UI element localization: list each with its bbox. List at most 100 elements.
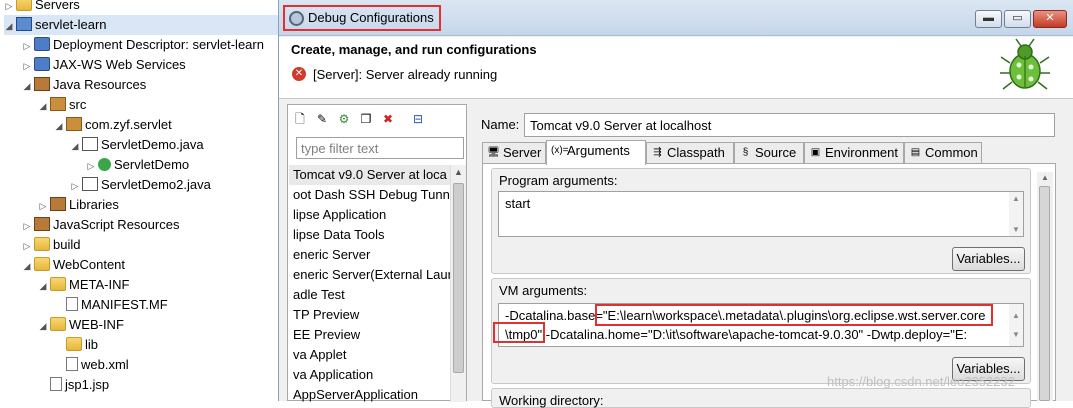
editor-scrollbar[interactable]: ▲ — [1037, 172, 1053, 401]
source-icon: § — [742, 147, 749, 158]
tab-label: Arguments — [567, 143, 630, 158]
debug-configurations-dialog: Debug Configurations ▬ ▭ ✕ Create, manag… — [278, 0, 1073, 408]
tree-item-src[interactable]: ◢ src — [38, 95, 86, 115]
tab-source[interactable]: § Source — [734, 142, 804, 164]
tree-item-package[interactable]: ◢ com.zyf.servlet — [54, 115, 172, 135]
tree-item-java-resources[interactable]: ◢ Java Resources — [22, 75, 146, 95]
config-item[interactable]: AppServerApplication — [289, 385, 451, 402]
maximize-button[interactable]: ▭ — [1004, 10, 1031, 28]
scrollbar-thumb[interactable] — [453, 183, 464, 373]
tree-item-web-inf[interactable]: ◢ WEB-INF — [38, 315, 124, 335]
error-icon: ✕ — [292, 67, 306, 81]
scroll-up-icon[interactable]: ▲ — [454, 167, 463, 177]
tab-environment[interactable]: ▣ Environment — [804, 142, 904, 164]
close-button[interactable]: ✕ — [1033, 10, 1067, 28]
collapse-arrow-icon[interactable]: ◢ — [38, 316, 48, 336]
tree-item-servletdemo-java[interactable]: ◢ ServletDemo.java — [70, 135, 204, 155]
config-item[interactable]: eneric Server(External Laun — [289, 265, 451, 285]
collapse-arrow-icon[interactable]: ◢ — [22, 256, 32, 276]
program-args-scrollbar[interactable]: ▲ ▼ — [1009, 192, 1023, 236]
tree-item-meta-inf[interactable]: ◢ META-INF — [38, 275, 129, 295]
tree-item-libraries[interactable]: ▷ Libraries — [38, 195, 119, 215]
java-resources-icon — [34, 77, 50, 91]
vm-arguments-group: VM arguments: -Dcatalina.base="E:\learn\… — [491, 278, 1031, 384]
tree-item-manifest[interactable]: MANIFEST.MF — [66, 295, 168, 315]
tree-item-label: ServletDemo.java — [101, 137, 204, 152]
tree-item-servletdemo2-java[interactable]: ▷ ServletDemo2.java — [70, 175, 211, 195]
collapse-arrow-icon[interactable]: ◢ — [70, 136, 80, 156]
expand-arrow-icon[interactable]: ▷ — [70, 176, 80, 196]
filter-input[interactable] — [296, 137, 464, 159]
export-icon[interactable]: ⚙ — [336, 110, 352, 126]
config-item[interactable]: lipse Application — [289, 205, 451, 225]
duplicate-icon[interactable]: ❐ — [358, 110, 374, 126]
tab-server[interactable]: 🖥 Server — [482, 142, 546, 164]
config-item[interactable]: va Applet — [289, 345, 451, 365]
expand-arrow-icon[interactable]: ▷ — [22, 236, 32, 256]
package-icon — [66, 117, 82, 131]
xml-file-icon — [66, 357, 78, 371]
expand-arrow-icon[interactable]: ▷ — [22, 216, 32, 236]
folder-icon — [50, 317, 66, 331]
collapse-arrow-icon[interactable]: ◢ — [54, 116, 64, 136]
tree-item-label: servlet-learn — [35, 17, 107, 32]
name-input[interactable] — [524, 113, 1055, 137]
tree-item-jsp1[interactable]: jsp1.jsp — [50, 375, 109, 395]
config-item[interactable]: oot Dash SSH Debug Tunne — [289, 185, 451, 205]
title-bar[interactable]: Debug Configurations ▬ ▭ ✕ — [279, 0, 1073, 36]
folder-icon — [16, 0, 32, 11]
web-descriptor-icon — [34, 37, 50, 51]
tree-item-build[interactable]: ▷ build — [22, 235, 80, 255]
config-item[interactable]: va Application — [289, 365, 451, 385]
expand-arrow-icon[interactable]: ▷ — [38, 196, 48, 216]
program-variables-button[interactable]: Variables... — [952, 247, 1025, 271]
collapse-arrow-icon[interactable]: ◢ — [38, 276, 48, 296]
expand-arrow-icon[interactable]: ▷ — [22, 56, 32, 76]
tree-item-label: Libraries — [69, 197, 119, 212]
tree-item-lib[interactable]: lib — [66, 335, 98, 355]
path-highlight-box — [493, 322, 545, 343]
new-config-icon[interactable]: 🗋 — [292, 110, 308, 126]
program-arguments-field[interactable]: start ▲ ▼ — [498, 191, 1024, 237]
tab-arguments[interactable]: (x)= Arguments — [546, 140, 646, 165]
tree-item-servletdemo-class[interactable]: ▷ ServletDemo — [86, 155, 190, 176]
tree-item-servers[interactable]: ▷ Servers — [4, 0, 80, 15]
collapse-arrow-icon[interactable]: ◢ — [38, 96, 48, 116]
tree-item-jaxws[interactable]: ▷ JAX-WS Web Services — [22, 55, 186, 75]
working-directory-group: Working directory: — [491, 388, 1031, 408]
tree-item-project[interactable]: ◢ servlet-learn — [4, 15, 278, 35]
tree-item-webcontent[interactable]: ◢ WebContent — [22, 255, 125, 275]
collapse-arrow-icon[interactable]: ◢ — [4, 16, 14, 36]
config-item[interactable]: eneric Server — [289, 245, 451, 265]
delete-icon[interactable]: ✖ — [380, 110, 396, 126]
source-folder-icon — [50, 97, 66, 111]
collapse-all-icon[interactable]: ⊟ — [410, 110, 426, 126]
program-arguments-label: Program arguments: — [499, 173, 618, 188]
config-list-scrollbar[interactable]: ▲ — [450, 165, 466, 402]
gear-icon — [289, 11, 304, 26]
expand-arrow-icon[interactable]: ▷ — [86, 156, 96, 176]
expand-arrow-icon[interactable]: ▷ — [4, 0, 14, 16]
tree-item-label: lib — [85, 337, 99, 352]
new-prototype-icon[interactable]: ✎ — [314, 110, 330, 126]
config-item[interactable]: adle Test — [289, 285, 451, 305]
tree-item-deployment-descriptor[interactable]: ▷ Deployment Descriptor: servlet-learn — [22, 35, 264, 55]
tree-item-web-xml[interactable]: web.xml — [66, 355, 129, 375]
tab-common[interactable]: ▤ Common — [904, 142, 982, 164]
config-item[interactable]: EE Preview — [289, 325, 451, 345]
tree-item-javascript-resources[interactable]: ▷ JavaScript Resources — [22, 215, 179, 235]
scroll-up-icon[interactable]: ▲ — [1041, 173, 1049, 182]
tree-item-label: build — [53, 237, 81, 252]
config-item[interactable]: Tomcat v9.0 Server at loca — [289, 165, 451, 185]
minimize-button[interactable]: ▬ — [975, 10, 1002, 28]
file-icon — [66, 297, 78, 311]
tab-classpath[interactable]: ⇶ Classpath — [646, 142, 734, 164]
config-item[interactable]: lipse Data Tools — [289, 225, 451, 245]
scrollbar-thumb[interactable] — [1039, 186, 1050, 401]
dialog-header: Create, manage, and run configurations ✕… — [279, 37, 1073, 99]
collapse-arrow-icon[interactable]: ◢ — [22, 76, 32, 96]
vm-args-scrollbar[interactable]: ▲ ▼ — [1009, 304, 1023, 346]
web-services-icon — [34, 57, 50, 71]
config-item[interactable]: TP Preview — [289, 305, 451, 325]
expand-arrow-icon[interactable]: ▷ — [22, 36, 32, 56]
